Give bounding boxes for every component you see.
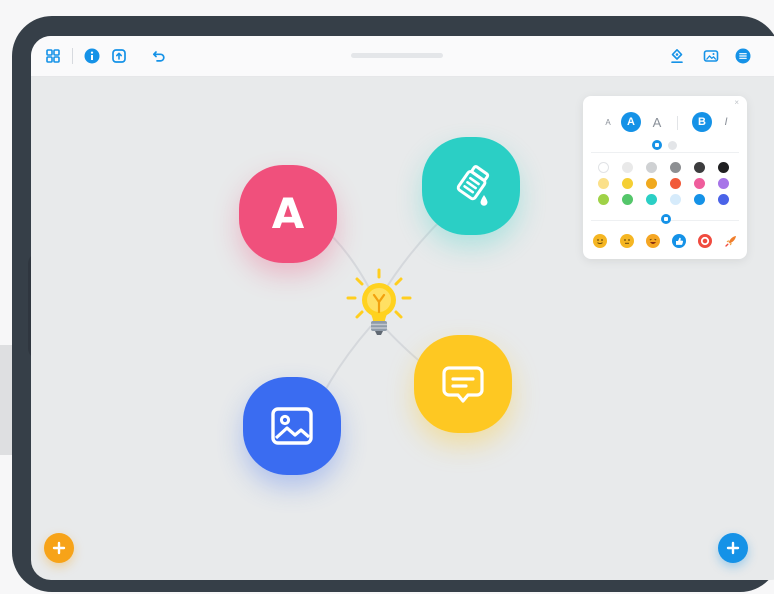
color-swatch[interactable] [670,194,681,205]
color-swatch[interactable] [598,178,609,189]
comment-icon [442,366,484,403]
letter-a-icon: A [271,189,305,238]
plus-icon [726,541,740,555]
color-tab-icon[interactable] [652,140,662,150]
neutral-emoji-icon[interactable] [620,234,634,248]
panel-divider [677,116,678,130]
font-options: A A A B I [583,110,747,134]
font-small-button[interactable]: A [598,112,618,132]
color-swatch[interactable] [622,178,633,189]
font-large-button[interactable]: A [647,112,667,132]
bold-button[interactable]: B [692,112,712,132]
color-swatch[interactable] [646,162,657,173]
ring-icon[interactable] [698,234,712,248]
italic-button[interactable]: I [716,112,736,132]
smile-emoji-icon[interactable] [593,234,607,248]
image-node[interactable] [243,377,341,475]
emoji-tab-icon[interactable] [668,141,677,150]
color-swatch[interactable] [718,194,729,205]
laugh-emoji-icon[interactable] [646,234,660,248]
font-medium-button[interactable]: A [621,112,641,132]
comment-node[interactable] [414,335,512,433]
color-swatch[interactable] [670,178,681,189]
panel-close-icon[interactable]: × [734,98,739,108]
plus-icon [52,541,66,555]
text-node[interactable]: A [239,165,337,263]
color-swatch[interactable] [670,162,681,173]
color-swatch[interactable] [718,178,729,189]
image-icon [271,407,313,445]
color-swatch[interactable] [622,194,633,205]
rocket-icon[interactable] [724,234,738,248]
color-swatch[interactable] [646,178,657,189]
add-right-button[interactable] [718,533,748,563]
emoji-section-icon[interactable] [661,214,671,224]
color-swatch[interactable] [694,162,705,173]
lightbulb-icon[interactable] [331,264,427,360]
panel-divider [591,152,739,153]
app-screen: A × A A A B I [31,36,774,580]
color-swatch[interactable] [622,162,633,173]
paint-bucket-icon [456,165,490,206]
color-swatch[interactable] [694,194,705,205]
color-swatch[interactable] [646,194,657,205]
color-swatch[interactable] [694,178,705,189]
style-panel: × A A A B I [583,96,747,259]
thumbs-up-icon[interactable] [672,234,686,248]
color-swatch[interactable] [598,194,609,205]
color-swatch[interactable] [598,162,609,173]
color-swatch[interactable] [718,162,729,173]
add-left-button[interactable] [44,533,74,563]
paint-node[interactable] [422,137,520,235]
